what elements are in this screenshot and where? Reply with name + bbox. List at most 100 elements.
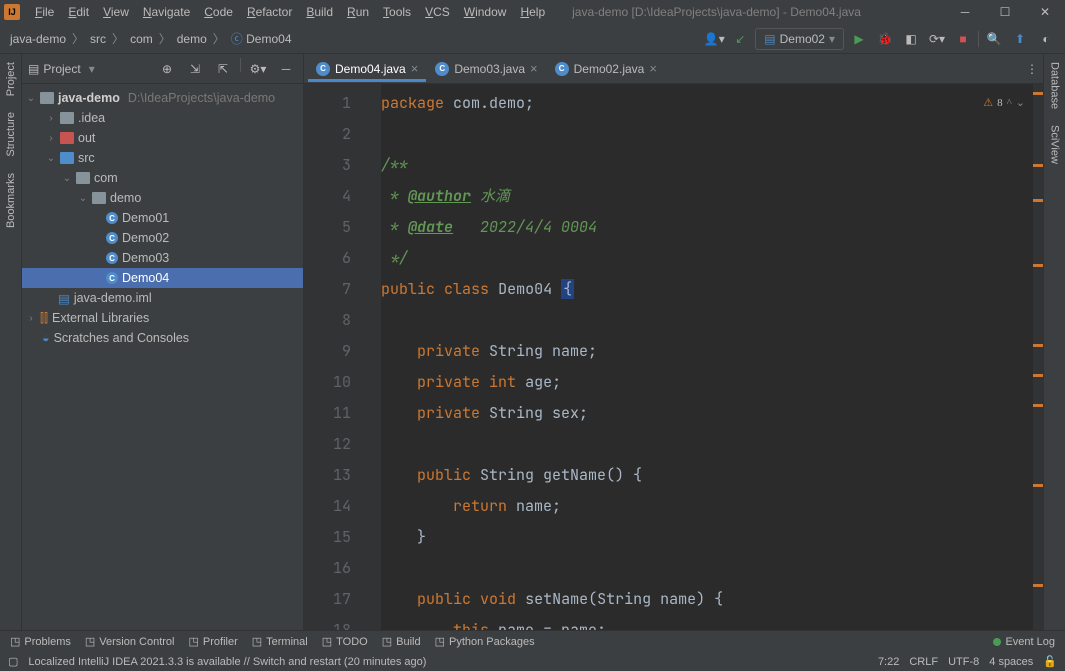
editor: CDemo04.java×CDemo03.java×CDemo02.java× … bbox=[304, 54, 1043, 630]
event-log-button[interactable]: Event Log bbox=[993, 636, 1055, 648]
maximize-button[interactable]: ☐ bbox=[985, 0, 1025, 24]
tool-window-icon[interactable]: ▢ bbox=[8, 655, 18, 668]
menu-build[interactable]: Build bbox=[299, 2, 340, 22]
collapse-all-icon[interactable]: ⇱ bbox=[212, 58, 234, 80]
stripe-structure[interactable]: Structure bbox=[3, 104, 19, 165]
debug-button[interactable]: 🐞 bbox=[874, 28, 896, 50]
tree-node-demo04[interactable]: CDemo04 bbox=[22, 268, 303, 288]
breadcrumb-java-demo[interactable]: java-demo bbox=[6, 30, 70, 48]
menu-help[interactable]: Help bbox=[513, 2, 552, 22]
inspection-badge[interactable]: ⚠8 ^ ⌄ bbox=[983, 88, 1025, 119]
menu-tools[interactable]: Tools bbox=[376, 2, 418, 22]
tree-node-iml[interactable]: ▤java-demo.iml bbox=[22, 288, 303, 308]
tree-node-demo01[interactable]: CDemo01 bbox=[22, 208, 303, 228]
editor-body[interactable]: 123456789101112131415161718 package com.… bbox=[304, 84, 1043, 630]
breadcrumb-separator: 〉 bbox=[72, 30, 84, 47]
right-tool-stripe: DatabaseSciView bbox=[1043, 54, 1065, 630]
error-stripe[interactable] bbox=[1033, 84, 1043, 630]
ide-features-button[interactable]: ◐ bbox=[1035, 28, 1057, 50]
status-message[interactable]: Localized IntelliJ IDEA 2021.3.3 is avai… bbox=[28, 656, 868, 668]
app-logo: IJ bbox=[4, 4, 20, 20]
tool-version-control[interactable]: ◳Version Control bbox=[85, 635, 175, 648]
coverage-button[interactable]: ◧ bbox=[900, 28, 922, 50]
tool-todo[interactable]: ◳TODO bbox=[322, 635, 368, 648]
locate-file-icon[interactable]: ⊕ bbox=[156, 58, 178, 80]
menu-navigate[interactable]: Navigate bbox=[136, 2, 197, 22]
indent[interactable]: 4 spaces bbox=[989, 656, 1033, 668]
fold-column bbox=[369, 84, 381, 630]
menu-vcs[interactable]: VCS bbox=[418, 2, 457, 22]
expand-all-icon[interactable]: ⇲ bbox=[184, 58, 206, 80]
tree-node-idea[interactable]: ›.idea bbox=[22, 108, 303, 128]
editor-tabs: CDemo04.java×CDemo03.java×CDemo02.java× … bbox=[304, 54, 1043, 84]
run-config-label: Demo02 bbox=[780, 32, 825, 46]
gear-icon[interactable]: ⚙▾ bbox=[247, 58, 269, 80]
tabs-menu-icon[interactable]: ⋮ bbox=[1021, 58, 1043, 80]
project-tree: ⌄java-demoD:\IdeaProjects\java-demo ›.id… bbox=[22, 84, 303, 630]
menu-run[interactable]: Run bbox=[340, 2, 376, 22]
breadcrumb-com[interactable]: com bbox=[126, 30, 157, 48]
tab-close-icon[interactable]: × bbox=[411, 61, 419, 76]
line-separator[interactable]: CRLF bbox=[909, 656, 938, 668]
close-button[interactable]: ✕ bbox=[1025, 0, 1065, 24]
breadcrumb-separator: 〉 bbox=[159, 30, 171, 47]
menu-window[interactable]: Window bbox=[457, 2, 514, 22]
tree-node-external-libs[interactable]: ›⫿⫿External Libraries bbox=[22, 308, 303, 328]
status-bar: ▢ Localized IntelliJ IDEA 2021.3.3 is av… bbox=[0, 652, 1065, 671]
menu-edit[interactable]: Edit bbox=[61, 2, 96, 22]
user-icon[interactable]: 👤▾ bbox=[703, 28, 725, 50]
tree-node-com[interactable]: ⌄com bbox=[22, 168, 303, 188]
run-config-selector[interactable]: ▤ Demo02 ▾ bbox=[755, 28, 844, 50]
tool-python-packages[interactable]: ◳Python Packages bbox=[435, 635, 535, 648]
tab-demo02-java[interactable]: CDemo02.java× bbox=[547, 56, 665, 81]
navbar: java-demo〉src〉com〉demo〉Demo04 👤▾ ↙ ▤ Dem… bbox=[0, 24, 1065, 54]
project-root[interactable]: ⌄java-demoD:\IdeaProjects\java-demo bbox=[22, 88, 303, 108]
encoding[interactable]: UTF-8 bbox=[948, 656, 979, 668]
tree-node-src[interactable]: ⌄src bbox=[22, 148, 303, 168]
search-button[interactable]: 🔍 bbox=[983, 28, 1005, 50]
tab-close-icon[interactable]: × bbox=[649, 61, 657, 76]
breadcrumb-separator: 〉 bbox=[112, 30, 124, 47]
breadcrumb-demo[interactable]: demo bbox=[173, 30, 211, 48]
project-view-icon[interactable]: ▤ bbox=[28, 62, 39, 76]
menu-code[interactable]: Code bbox=[197, 2, 240, 22]
stripe-bookmarks[interactable]: Bookmarks bbox=[3, 165, 19, 236]
tool-profiler[interactable]: ◳Profiler bbox=[189, 635, 238, 648]
tool-problems[interactable]: ◳Problems bbox=[10, 635, 71, 648]
project-view-label: Project bbox=[43, 62, 80, 76]
menu-view[interactable]: View bbox=[96, 2, 136, 22]
caret-position[interactable]: 7:22 bbox=[878, 656, 899, 668]
stripe-database[interactable]: Database bbox=[1047, 54, 1063, 117]
menu-refactor[interactable]: Refactor bbox=[240, 2, 299, 22]
code-content[interactable]: package com.demo; /** * @author 水滴 * @da… bbox=[381, 84, 1043, 630]
hide-icon[interactable]: ─ bbox=[275, 58, 297, 80]
stripe-project[interactable]: Project bbox=[3, 54, 19, 104]
profile-button[interactable]: ⟳▾ bbox=[926, 28, 948, 50]
gutter: 123456789101112131415161718 bbox=[304, 84, 369, 630]
readonly-icon[interactable]: 🔓 bbox=[1043, 655, 1057, 668]
left-tool-stripe: ProjectStructureBookmarks bbox=[0, 54, 22, 630]
update-button[interactable]: ⬆ bbox=[1009, 28, 1031, 50]
tree-node-demo[interactable]: ⌄demo bbox=[22, 188, 303, 208]
minimize-button[interactable]: ─ bbox=[945, 0, 985, 24]
breadcrumb-separator: 〉 bbox=[213, 30, 225, 47]
tab-demo04-java[interactable]: CDemo04.java× bbox=[308, 56, 426, 81]
stop-button[interactable]: ■ bbox=[952, 28, 974, 50]
project-panel-header: ▤ Project ▾ ⊕ ⇲ ⇱ ⚙▾ ─ bbox=[22, 54, 303, 84]
stripe-sciview[interactable]: SciView bbox=[1047, 117, 1063, 172]
run-button[interactable]: ▶ bbox=[848, 28, 870, 50]
build-icon[interactable]: ↙ bbox=[729, 28, 751, 50]
chevron-down-icon[interactable]: ▾ bbox=[89, 62, 95, 76]
titlebar: IJ FileEditViewNavigateCodeRefactorBuild… bbox=[0, 0, 1065, 24]
tree-node-demo02[interactable]: CDemo02 bbox=[22, 228, 303, 248]
tree-node-out[interactable]: ›out bbox=[22, 128, 303, 148]
tool-terminal[interactable]: ◳Terminal bbox=[252, 635, 308, 648]
tree-node-scratches[interactable]: ◒Scratches and Consoles bbox=[22, 328, 303, 348]
tab-close-icon[interactable]: × bbox=[530, 61, 538, 76]
tool-build[interactable]: ◳Build bbox=[382, 635, 421, 648]
tree-node-demo03[interactable]: CDemo03 bbox=[22, 248, 303, 268]
breadcrumb-demo04[interactable]: Demo04 bbox=[227, 28, 296, 49]
tab-demo03-java[interactable]: CDemo03.java× bbox=[427, 56, 545, 81]
breadcrumb-src[interactable]: src bbox=[86, 30, 110, 48]
menu-file[interactable]: File bbox=[28, 2, 61, 22]
